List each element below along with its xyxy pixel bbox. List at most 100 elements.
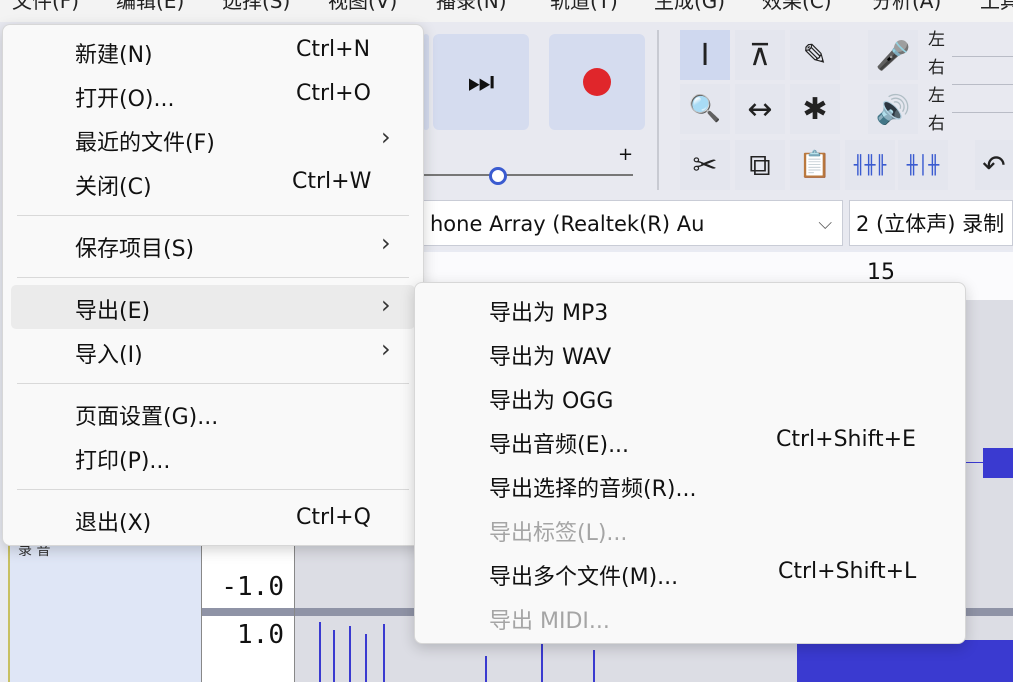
menu-tracks[interactable]: 轨道(T) [550, 0, 618, 11]
menu-transport[interactable]: 播录(N) [436, 0, 507, 11]
recording-device-select[interactable]: hone Array (Realtek(R) Au ⌵ [423, 200, 843, 246]
menu-item-label: 导出为 MP3 [489, 301, 609, 326]
envelope-tool-icon[interactable]: ⊼ [735, 30, 785, 80]
chevron-right-icon: › [381, 123, 391, 151]
chevron-right-icon: › [381, 291, 391, 319]
menu-item-label: 导出(E) [75, 299, 151, 324]
menu-effect[interactable]: 效果(C) [762, 0, 832, 11]
trim-audio-icon[interactable]: ╢╫╟ [845, 140, 895, 190]
chevron-right-icon: › [381, 335, 391, 363]
menu-separator [17, 215, 409, 216]
scale-label-top: 1.0 [237, 620, 284, 650]
menu-item-label: 导出标签(L)... [489, 521, 628, 546]
chevron-right-icon: › [381, 229, 391, 257]
menu-item-label: 导出音频(E)... [489, 433, 630, 458]
menu-item-save-project[interactable]: 保存项目(S) › [3, 223, 423, 267]
menu-item-shortcut: Ctrl+W [292, 169, 372, 194]
export-submenu: 导出为 MP3 导出为 WAV 导出为 OGG 导出音频(E)... Ctrl+… [414, 282, 966, 644]
waveform-segment [485, 656, 487, 682]
menu-item-export-mp3[interactable]: 导出为 MP3 [415, 287, 965, 331]
speaker-icon[interactable]: 🔊 [868, 84, 918, 134]
menu-item-close[interactable]: 关闭(C) Ctrl+W [3, 161, 423, 205]
meter-line [952, 56, 1013, 57]
menu-item-exit[interactable]: 退出(X) Ctrl+Q [3, 497, 423, 541]
menu-item-recent-files[interactable]: 最近的文件(F) › [3, 117, 423, 161]
record-icon [583, 68, 611, 96]
menu-item-label: 退出(X) [75, 511, 152, 536]
skip-end-icon: ⏭ [467, 64, 495, 100]
cut-icon[interactable]: ✂ [680, 140, 730, 190]
menu-item-label: 新建(N) [75, 43, 153, 68]
menu-item-export[interactable]: 导出(E) › [11, 285, 415, 329]
file-menu: 新建(N) Ctrl+N 打开(O)... Ctrl+O 最近的文件(F) › … [2, 24, 424, 546]
copy-icon[interactable]: ⧉ [735, 140, 785, 190]
slider-plus-label: + [618, 144, 634, 165]
playback-speed-slider-track[interactable] [423, 174, 633, 176]
meter-line [952, 84, 1013, 85]
menu-item-label: 最近的文件(F) [75, 131, 215, 156]
playback-speed-slider-thumb[interactable] [489, 167, 507, 185]
chevron-down-icon: ⌵ [818, 213, 832, 234]
menu-item-label: 导出 MIDI... [489, 609, 610, 634]
scale-label-bottom: -1.0 [221, 572, 284, 602]
menu-separator [17, 277, 409, 278]
waveform-segment [983, 448, 1013, 478]
menu-item-page-setup[interactable]: 页面设置(G)... [3, 391, 423, 435]
menu-item-export-selected-audio[interactable]: 导出选择的音频(R)... [415, 463, 965, 507]
skip-to-end-button[interactable]: ⏭ [433, 34, 529, 130]
waveform-segment [383, 624, 385, 682]
menu-generate[interactable]: 生成(G) [654, 0, 725, 11]
menu-item-export-ogg[interactable]: 导出为 OGG [415, 375, 965, 419]
menu-item-label: 导出选择的音频(R)... [489, 477, 697, 502]
silence-audio-icon[interactable]: ╫│╫ [898, 140, 948, 190]
menu-item-export-multiple[interactable]: 导出多个文件(M)... Ctrl+Shift+L [415, 551, 965, 595]
track-divider [202, 608, 294, 616]
undo-icon[interactable]: ↶ [975, 140, 1013, 190]
menu-item-label: 打印(P)... [75, 449, 171, 474]
menu-item-shortcut: Ctrl+Q [296, 505, 371, 530]
draw-tool-icon[interactable]: ✎ [790, 30, 840, 80]
record-button[interactable] [549, 34, 645, 130]
menu-separator [17, 383, 409, 384]
menu-item-export-wav[interactable]: 导出为 WAV [415, 331, 965, 375]
menu-item-export-audio[interactable]: 导出音频(E)... Ctrl+Shift+E [415, 419, 965, 463]
menu-item-export-labels: 导出标签(L)... [415, 507, 965, 551]
menu-item-label: 导出多个文件(M)... [489, 565, 679, 590]
waveform-segment [541, 640, 543, 682]
menu-select[interactable]: 选择(S) [222, 0, 290, 11]
meter-line [952, 112, 1013, 113]
menu-item-print[interactable]: 打印(P)... [3, 435, 423, 479]
menu-item-label: 打开(O)... [75, 87, 175, 112]
menu-tools[interactable]: 工具 [980, 0, 1013, 11]
menu-item-shortcut: Ctrl+O [296, 81, 371, 106]
menu-item-label: 保存项目(S) [75, 237, 195, 262]
play-meter-left-label: 左 [928, 86, 945, 106]
waveform-segment [797, 640, 1013, 682]
record-meter-right-label: 右 [928, 58, 945, 78]
menu-item-import[interactable]: 导入(I) › [3, 329, 423, 373]
record-meter-left-label: 左 [928, 30, 945, 50]
selection-tool-icon[interactable]: I [680, 30, 730, 80]
waveform-segment [593, 650, 595, 682]
menu-item-label: 导入(I) [75, 343, 143, 368]
toolbar-separator [657, 30, 659, 190]
zoom-tool-icon[interactable]: 🔍 [680, 84, 730, 134]
paste-icon[interactable]: 📋 [790, 140, 840, 190]
microphone-icon[interactable]: 🎤 [868, 30, 918, 80]
menu-file[interactable]: 文件(F) [12, 0, 79, 11]
recording-channels-select[interactable]: 2 (立体声) 录制 [849, 200, 1013, 246]
menu-item-export-midi: 导出 MIDI... [415, 595, 965, 639]
menu-analyze[interactable]: 分析(A) [872, 0, 941, 11]
menu-item-new[interactable]: 新建(N) Ctrl+N [3, 29, 423, 73]
menu-edit[interactable]: 编辑(E) [116, 0, 184, 11]
timeshift-tool-icon[interactable]: ↔ [735, 84, 785, 134]
track-control-panel[interactable]: 录 音 [8, 540, 203, 682]
menu-item-shortcut: Ctrl+N [296, 37, 371, 62]
menu-item-shortcut: Ctrl+Shift+L [778, 559, 917, 584]
waveform-segment [349, 626, 351, 682]
multi-tool-icon[interactable]: ✱ [790, 84, 840, 134]
menu-item-label: 页面设置(G)... [75, 405, 219, 430]
recording-device-value: hone Array (Realtek(R) Au [430, 212, 705, 236]
menu-item-open[interactable]: 打开(O)... Ctrl+O [3, 73, 423, 117]
menu-view[interactable]: 视图(V) [328, 0, 397, 11]
